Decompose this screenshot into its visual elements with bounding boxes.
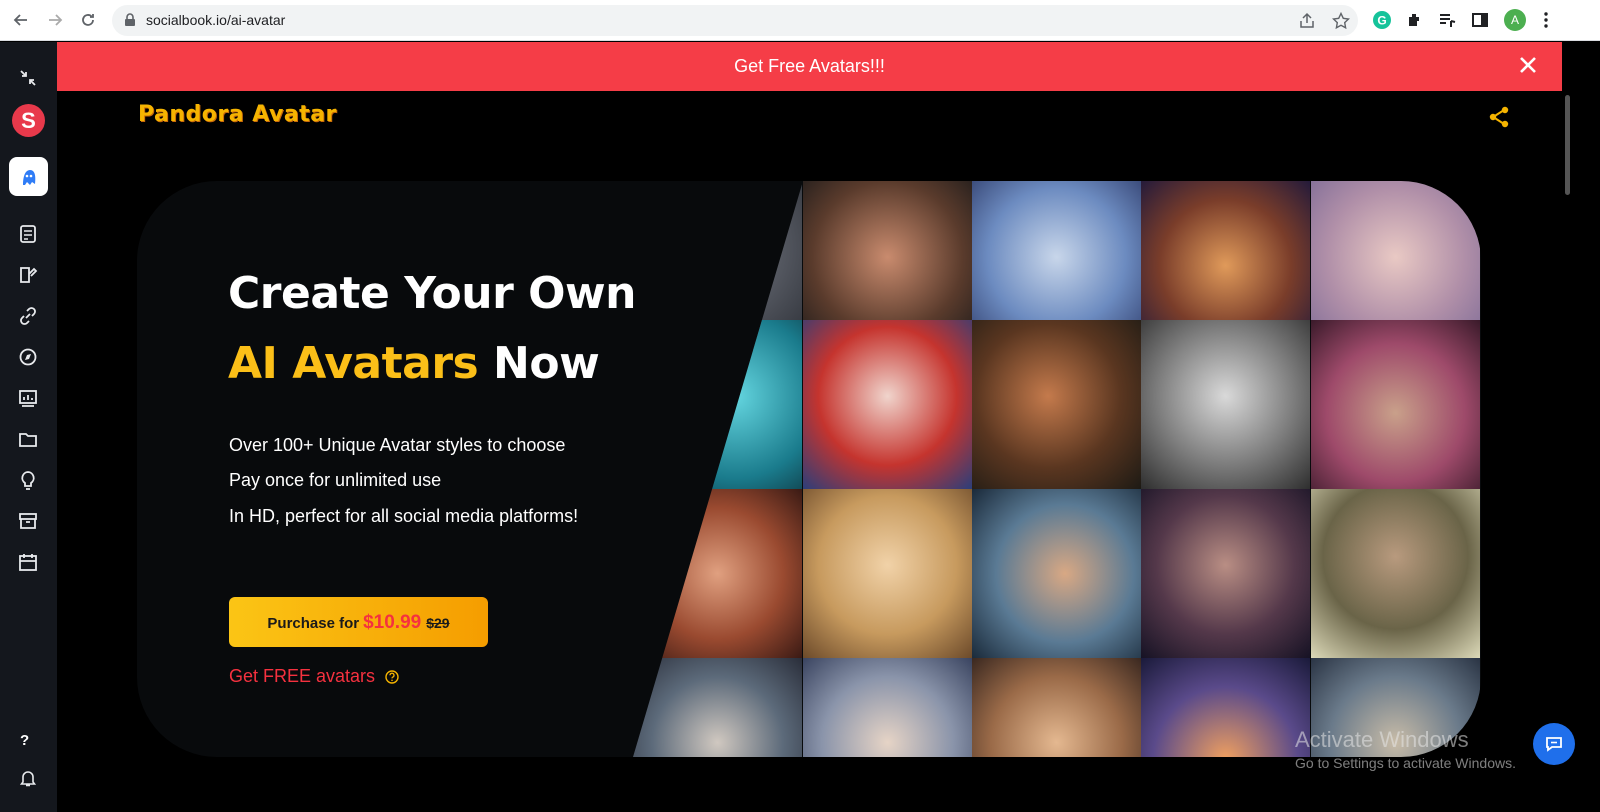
windows-watermark-title: Activate Windows bbox=[1295, 727, 1469, 752]
reload-icon[interactable] bbox=[77, 9, 99, 31]
avatar-sample-image bbox=[1141, 658, 1310, 757]
address-bar[interactable]: socialbook.io/ai-avatar bbox=[112, 5, 1358, 36]
feature-line: Over 100+ Unique Avatar styles to choose bbox=[229, 435, 566, 455]
calendar-icon[interactable] bbox=[16, 550, 40, 574]
promo-banner[interactable]: Get Free Avatars!!! bbox=[57, 42, 1562, 91]
sale-price: $10.99 bbox=[363, 612, 422, 633]
analytics-icon[interactable] bbox=[16, 386, 40, 410]
socialbook-logo[interactable]: S bbox=[12, 104, 45, 137]
idea-icon[interactable] bbox=[16, 468, 40, 492]
avatar-sample-image bbox=[633, 658, 802, 757]
lock-icon bbox=[125, 13, 135, 26]
avatar-sample-image bbox=[633, 489, 802, 658]
promo-banner-text[interactable]: Get Free Avatars!!! bbox=[57, 56, 1562, 77]
avatar-sample-image bbox=[972, 658, 1141, 757]
close-icon[interactable] bbox=[1518, 55, 1538, 80]
app-sidebar: S ? bbox=[0, 42, 57, 812]
back-icon[interactable] bbox=[10, 9, 32, 31]
avatar-sample-image bbox=[972, 320, 1141, 489]
profile-avatar[interactable]: A bbox=[1504, 9, 1526, 31]
avatar-sample-image bbox=[803, 320, 972, 489]
collapse-icon[interactable] bbox=[16, 66, 40, 90]
hero-title-line2: AI Avatars Now bbox=[228, 338, 600, 389]
hero-title-rest: Now bbox=[478, 338, 600, 389]
grammarly-icon[interactable]: G bbox=[1372, 10, 1392, 30]
help-icon[interactable]: ? bbox=[20, 732, 29, 749]
url-text: socialbook.io/ai-avatar bbox=[146, 12, 286, 28]
avatar-sample-image bbox=[633, 320, 802, 489]
menu-kebab-icon[interactable] bbox=[1536, 10, 1556, 30]
share-page-icon[interactable] bbox=[1298, 12, 1316, 30]
document-icon[interactable] bbox=[16, 222, 40, 246]
avatar-sample-image bbox=[803, 658, 972, 757]
folder-icon[interactable] bbox=[16, 427, 40, 451]
purchase-label: Purchase for bbox=[267, 615, 360, 632]
hero-title-line1: Create Your Own bbox=[228, 268, 637, 319]
feature-line: In HD, perfect for all social media plat… bbox=[229, 506, 579, 526]
avatar-sample-image bbox=[1311, 320, 1480, 489]
browser-toolbar: socialbook.io/ai-avatar G A bbox=[0, 0, 1600, 41]
avatar-sample-image bbox=[1141, 489, 1310, 658]
editor-icon[interactable] bbox=[16, 263, 40, 287]
purchase-button[interactable]: Purchase for $10.99 $29 bbox=[229, 597, 488, 647]
media-queue-icon[interactable] bbox=[1437, 10, 1457, 30]
avatar-sample-image bbox=[803, 489, 972, 658]
hero-title-accent: AI Avatars bbox=[228, 338, 479, 389]
scrollbar-thumb[interactable] bbox=[1565, 95, 1570, 195]
feature-line: Pay once for unlimited use bbox=[229, 470, 442, 490]
avatar-sample-image bbox=[972, 489, 1141, 658]
archive-icon[interactable] bbox=[16, 509, 40, 533]
brand-logo[interactable]: Pandora Avatar bbox=[138, 102, 337, 127]
get-free-avatars-link[interactable]: Get FREE avatars bbox=[229, 666, 375, 687]
question-mark-icon[interactable] bbox=[385, 670, 399, 689]
forward-icon[interactable] bbox=[44, 9, 66, 31]
extensions-icon[interactable] bbox=[1405, 10, 1425, 30]
explore-icon[interactable] bbox=[16, 345, 40, 369]
avatar-sample-image bbox=[1311, 489, 1480, 658]
windows-watermark-subtitle: Go to Settings to activate Windows. bbox=[1295, 755, 1516, 771]
avatar-tool-icon[interactable] bbox=[9, 157, 48, 196]
chat-support-button[interactable] bbox=[1533, 723, 1575, 765]
bookmark-star-icon[interactable] bbox=[1332, 12, 1350, 30]
link-icon[interactable] bbox=[16, 304, 40, 328]
notification-bell-icon[interactable] bbox=[16, 766, 40, 790]
avatar-sample-image bbox=[1141, 320, 1310, 489]
share-icon[interactable] bbox=[1488, 106, 1510, 133]
side-panel-icon[interactable] bbox=[1470, 10, 1490, 30]
original-price: $29 bbox=[426, 615, 450, 631]
chat-icon bbox=[1546, 737, 1562, 752]
svg-text:G: G bbox=[1377, 14, 1386, 28]
